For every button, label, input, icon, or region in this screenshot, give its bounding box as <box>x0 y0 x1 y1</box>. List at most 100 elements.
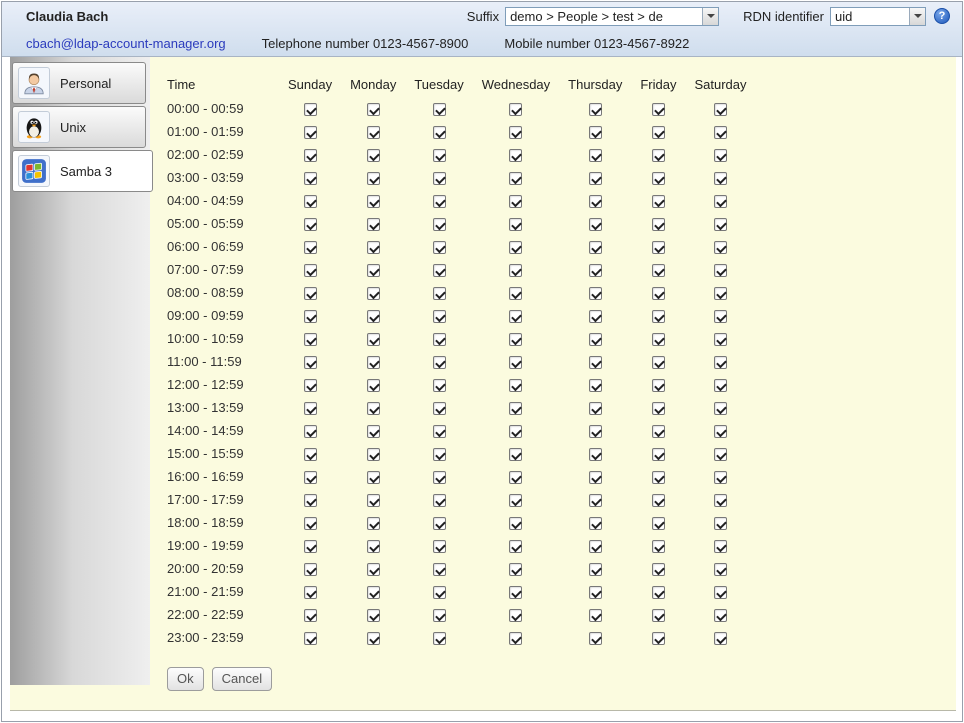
checkbox-wednesday-0200[interactable] <box>509 149 522 162</box>
checkbox-monday-0300[interactable] <box>367 172 380 185</box>
checkbox-tuesday-1300[interactable] <box>433 402 446 415</box>
checkbox-sunday-2200[interactable] <box>304 609 317 622</box>
checkbox-sunday-2000[interactable] <box>304 563 317 576</box>
checkbox-thursday-0100[interactable] <box>589 126 602 139</box>
checkbox-tuesday-1500[interactable] <box>433 448 446 461</box>
checkbox-thursday-0900[interactable] <box>589 310 602 323</box>
tab-samba3[interactable]: Samba 3 <box>12 150 153 192</box>
checkbox-thursday-0500[interactable] <box>589 218 602 231</box>
checkbox-thursday-1400[interactable] <box>589 425 602 438</box>
checkbox-friday-1100[interactable] <box>652 356 665 369</box>
checkbox-saturday-0200[interactable] <box>714 149 727 162</box>
checkbox-friday-1600[interactable] <box>652 471 665 484</box>
checkbox-monday-1700[interactable] <box>367 494 380 507</box>
checkbox-sunday-0700[interactable] <box>304 264 317 277</box>
checkbox-friday-2000[interactable] <box>652 563 665 576</box>
checkbox-sunday-2100[interactable] <box>304 586 317 599</box>
checkbox-thursday-0600[interactable] <box>589 241 602 254</box>
checkbox-friday-0600[interactable] <box>652 241 665 254</box>
checkbox-tuesday-0100[interactable] <box>433 126 446 139</box>
checkbox-friday-1300[interactable] <box>652 402 665 415</box>
checkbox-sunday-1200[interactable] <box>304 379 317 392</box>
checkbox-wednesday-1600[interactable] <box>509 471 522 484</box>
checkbox-saturday-1400[interactable] <box>714 425 727 438</box>
checkbox-saturday-0600[interactable] <box>714 241 727 254</box>
checkbox-wednesday-0100[interactable] <box>509 126 522 139</box>
checkbox-sunday-0600[interactable] <box>304 241 317 254</box>
checkbox-wednesday-1900[interactable] <box>509 540 522 553</box>
checkbox-wednesday-1000[interactable] <box>509 333 522 346</box>
checkbox-tuesday-1400[interactable] <box>433 425 446 438</box>
checkbox-saturday-0400[interactable] <box>714 195 727 208</box>
checkbox-friday-0400[interactable] <box>652 195 665 208</box>
checkbox-tuesday-0800[interactable] <box>433 287 446 300</box>
checkbox-tuesday-0900[interactable] <box>433 310 446 323</box>
checkbox-monday-0500[interactable] <box>367 218 380 231</box>
checkbox-sunday-0800[interactable] <box>304 287 317 300</box>
checkbox-sunday-1600[interactable] <box>304 471 317 484</box>
checkbox-tuesday-1000[interactable] <box>433 333 446 346</box>
checkbox-thursday-1700[interactable] <box>589 494 602 507</box>
help-icon[interactable]: ? <box>934 8 950 24</box>
checkbox-monday-2000[interactable] <box>367 563 380 576</box>
checkbox-sunday-0300[interactable] <box>304 172 317 185</box>
checkbox-monday-0400[interactable] <box>367 195 380 208</box>
checkbox-saturday-2000[interactable] <box>714 563 727 576</box>
checkbox-thursday-0700[interactable] <box>589 264 602 277</box>
checkbox-tuesday-0200[interactable] <box>433 149 446 162</box>
checkbox-sunday-1900[interactable] <box>304 540 317 553</box>
checkbox-wednesday-1400[interactable] <box>509 425 522 438</box>
checkbox-tuesday-0700[interactable] <box>433 264 446 277</box>
checkbox-tuesday-1900[interactable] <box>433 540 446 553</box>
checkbox-tuesday-0300[interactable] <box>433 172 446 185</box>
checkbox-thursday-1100[interactable] <box>589 356 602 369</box>
checkbox-wednesday-0900[interactable] <box>509 310 522 323</box>
checkbox-sunday-1400[interactable] <box>304 425 317 438</box>
checkbox-wednesday-2300[interactable] <box>509 632 522 645</box>
checkbox-friday-0500[interactable] <box>652 218 665 231</box>
checkbox-saturday-1900[interactable] <box>714 540 727 553</box>
checkbox-thursday-1900[interactable] <box>589 540 602 553</box>
checkbox-tuesday-1200[interactable] <box>433 379 446 392</box>
checkbox-wednesday-0700[interactable] <box>509 264 522 277</box>
checkbox-wednesday-2200[interactable] <box>509 609 522 622</box>
checkbox-friday-0000[interactable] <box>652 103 665 116</box>
checkbox-monday-1600[interactable] <box>367 471 380 484</box>
checkbox-tuesday-2200[interactable] <box>433 609 446 622</box>
checkbox-friday-0800[interactable] <box>652 287 665 300</box>
cancel-button[interactable]: Cancel <box>212 667 272 691</box>
checkbox-friday-1800[interactable] <box>652 517 665 530</box>
checkbox-saturday-0100[interactable] <box>714 126 727 139</box>
rdn-identifier-select[interactable]: uid <box>830 7 926 26</box>
checkbox-sunday-0500[interactable] <box>304 218 317 231</box>
checkbox-tuesday-0600[interactable] <box>433 241 446 254</box>
checkbox-wednesday-0000[interactable] <box>509 103 522 116</box>
checkbox-saturday-1600[interactable] <box>714 471 727 484</box>
checkbox-friday-1000[interactable] <box>652 333 665 346</box>
checkbox-monday-2200[interactable] <box>367 609 380 622</box>
checkbox-saturday-0500[interactable] <box>714 218 727 231</box>
checkbox-wednesday-1500[interactable] <box>509 448 522 461</box>
checkbox-sunday-1800[interactable] <box>304 517 317 530</box>
checkbox-wednesday-2000[interactable] <box>509 563 522 576</box>
checkbox-thursday-0200[interactable] <box>589 149 602 162</box>
checkbox-friday-2100[interactable] <box>652 586 665 599</box>
checkbox-tuesday-2000[interactable] <box>433 563 446 576</box>
ok-button[interactable]: Ok <box>167 667 204 691</box>
checkbox-monday-0700[interactable] <box>367 264 380 277</box>
checkbox-thursday-1000[interactable] <box>589 333 602 346</box>
checkbox-thursday-1500[interactable] <box>589 448 602 461</box>
checkbox-thursday-1800[interactable] <box>589 517 602 530</box>
checkbox-monday-0600[interactable] <box>367 241 380 254</box>
checkbox-saturday-0300[interactable] <box>714 172 727 185</box>
checkbox-thursday-0400[interactable] <box>589 195 602 208</box>
checkbox-thursday-0800[interactable] <box>589 287 602 300</box>
checkbox-friday-1700[interactable] <box>652 494 665 507</box>
checkbox-sunday-1000[interactable] <box>304 333 317 346</box>
checkbox-wednesday-0600[interactable] <box>509 241 522 254</box>
checkbox-tuesday-2300[interactable] <box>433 632 446 645</box>
checkbox-saturday-2100[interactable] <box>714 586 727 599</box>
checkbox-sunday-0100[interactable] <box>304 126 317 139</box>
checkbox-wednesday-1800[interactable] <box>509 517 522 530</box>
checkbox-thursday-0000[interactable] <box>589 103 602 116</box>
